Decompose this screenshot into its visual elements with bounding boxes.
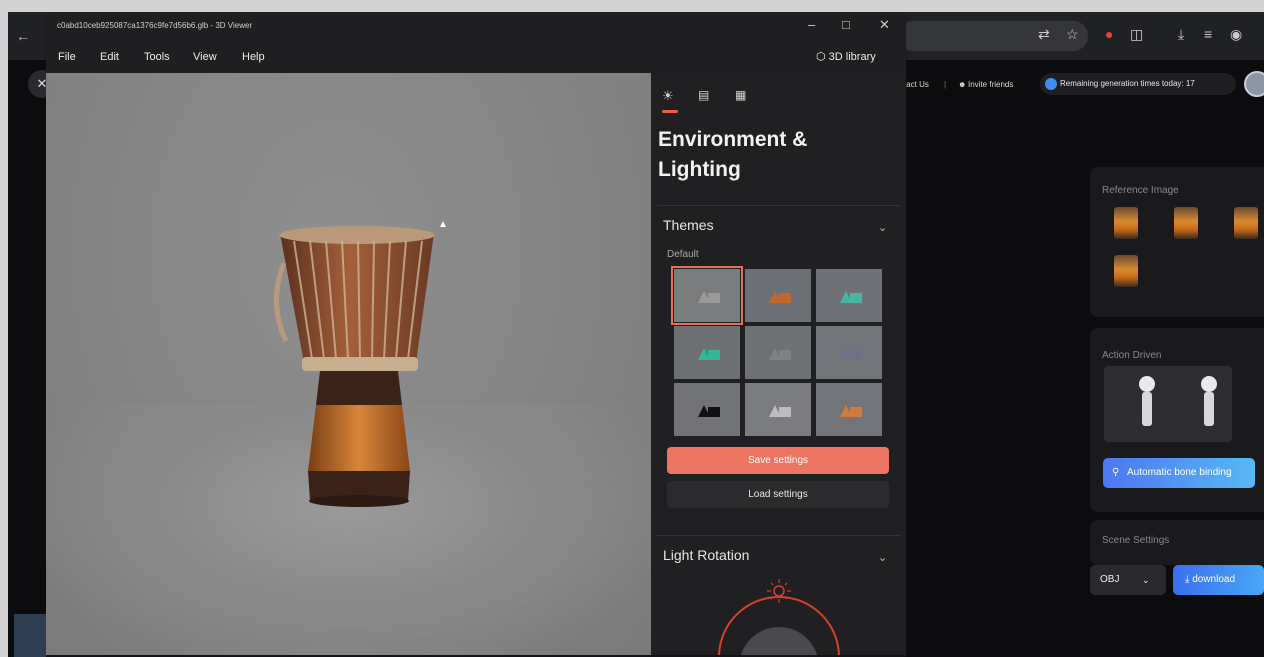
profile-icon[interactable]: ◉ xyxy=(1230,27,1242,41)
theme-tile[interactable] xyxy=(816,326,882,379)
3d-viewer-window: c0abd10ceb925087ca1376c9fe7d56b6.glb - 3… xyxy=(46,12,906,657)
scene-settings-card[interactable]: Scene Settings xyxy=(1090,520,1264,565)
divider xyxy=(657,205,901,206)
mouse-cursor-icon: ▲ xyxy=(438,219,448,230)
theme-preview-shape xyxy=(840,291,862,303)
arrow-left-icon[interactable]: ← xyxy=(16,28,30,44)
sun-icon xyxy=(773,585,785,597)
reference-image-card: Reference Image xyxy=(1090,167,1264,317)
active-tab-indicator xyxy=(662,110,678,113)
close-button[interactable]: ✕ xyxy=(879,17,890,33)
theme-preview-shape xyxy=(840,405,862,417)
menu-edit[interactable]: Edit xyxy=(100,51,119,63)
format-select[interactable]: OBJ ⌄ xyxy=(1090,565,1166,595)
menu-file[interactable]: File xyxy=(58,51,76,63)
menu-help[interactable]: Help xyxy=(242,51,265,63)
theme-tile[interactable] xyxy=(745,383,811,436)
divider xyxy=(657,535,901,536)
theme-preview-shape xyxy=(769,291,791,303)
scene-settings-title: Scene Settings xyxy=(1102,535,1170,546)
link-icon: ⚲ xyxy=(1112,467,1120,478)
reference-thumbnail[interactable] xyxy=(1114,255,1138,287)
theme-tile[interactable] xyxy=(745,326,811,379)
chevron-down-icon: ⌄ xyxy=(1142,575,1150,585)
theme-preview-shape xyxy=(698,291,720,303)
puzzle-icon[interactable]: ◫ xyxy=(1130,27,1143,41)
stats-icon[interactable]: ▤ xyxy=(698,88,709,102)
theme-preview-shape xyxy=(698,348,720,360)
automatic-bone-binding-button[interactable]: ⚲ Automatic bone binding xyxy=(1103,458,1255,488)
drum-model xyxy=(274,226,435,507)
theme-tile[interactable] xyxy=(674,383,740,436)
theme-tile[interactable] xyxy=(674,326,740,379)
save-settings-button[interactable]: Save settings xyxy=(667,447,889,474)
format-value: OBJ xyxy=(1100,574,1120,585)
maximize-button[interactable]: □ xyxy=(842,17,850,33)
media-icon[interactable]: ≡ xyxy=(1204,27,1212,41)
3d-library-button[interactable]: ⬡ 3D library xyxy=(816,50,876,63)
reference-thumbnail[interactable] xyxy=(1234,207,1258,239)
title-bar[interactable]: c0abd10ceb925087ca1376c9fe7d56b6.glb - 3… xyxy=(46,12,906,42)
menu-bar: File Edit Tools View Help ⬡ 3D library xyxy=(46,42,906,72)
theme-tile[interactable] xyxy=(745,269,811,322)
screen: ← ⇄ ☆ ● ◫ ⤓ ≡ ◉ ✕ tact Us | ☻ Invite fri… xyxy=(0,0,1264,657)
3d-library-label: 3D library xyxy=(828,51,876,63)
theme-preview-shape xyxy=(840,348,862,360)
address-bar[interactable] xyxy=(898,21,1088,51)
theme-preview-shape xyxy=(769,348,791,360)
3d-viewport[interactable]: ▲ xyxy=(46,73,651,657)
extension-icon[interactable]: ● xyxy=(1105,27,1113,41)
people-icon: ☻ xyxy=(958,80,967,89)
grid-icon[interactable]: ▦ xyxy=(735,88,746,102)
menu-view[interactable]: View xyxy=(193,51,217,63)
panel-title: Environment & Lighting xyxy=(658,128,808,181)
minimize-button[interactable]: – xyxy=(808,17,815,33)
header-separator: | xyxy=(944,80,947,89)
light-rotation-dial[interactable] xyxy=(709,557,849,657)
theme-tile[interactable] xyxy=(671,266,743,325)
download-button[interactable]: ⤓ download xyxy=(1173,565,1264,595)
theme-preview-shape xyxy=(769,405,791,417)
cube-icon: ⬡ xyxy=(816,51,829,63)
default-theme-label: Default xyxy=(667,249,699,260)
remaining-generations-badge: Remaining generation times today: 17 xyxy=(1040,73,1236,95)
window-title: c0abd10ceb925087ca1376c9fe7d56b6.glb - 3… xyxy=(57,21,253,30)
load-settings-button[interactable]: Load settings xyxy=(667,481,889,508)
theme-tile[interactable] xyxy=(816,383,882,436)
translate-icon[interactable]: ⇄ xyxy=(1038,27,1050,41)
automatic-bone-binding-label: Automatic bone binding xyxy=(1127,467,1232,478)
sun-icon[interactable]: ☀ xyxy=(662,88,674,104)
remaining-generations-text: Remaining generation times today: 17 xyxy=(1060,79,1195,88)
download-label: download xyxy=(1192,574,1236,585)
character-figure xyxy=(1138,376,1156,426)
action-preview[interactable] xyxy=(1104,366,1232,442)
character-figure xyxy=(1200,376,1218,426)
menu-tools[interactable]: Tools xyxy=(144,51,170,63)
invite-friends-link[interactable]: Invite friends xyxy=(968,80,1013,89)
theme-preview-shape xyxy=(698,405,720,417)
info-icon xyxy=(1045,78,1057,90)
avatar[interactable] xyxy=(1244,71,1264,97)
environment-panel: ☀ ▤ ▦ Environment & Lighting Themes ⌄ De… xyxy=(651,73,906,657)
chevron-down-icon[interactable]: ⌄ xyxy=(878,221,887,234)
contact-us-link[interactable]: tact Us xyxy=(904,80,929,89)
reference-thumbnail[interactable] xyxy=(1114,207,1138,239)
download-icon[interactable]: ⤓ xyxy=(1178,27,1184,41)
theme-tile[interactable] xyxy=(816,269,882,322)
action-driven-title: Action Driven xyxy=(1102,350,1162,361)
reference-image-title: Reference Image xyxy=(1102,185,1179,196)
themes-label[interactable]: Themes xyxy=(663,217,714,233)
reference-thumbnail[interactable] xyxy=(1174,207,1198,239)
star-icon[interactable]: ☆ xyxy=(1066,27,1079,41)
chevron-down-icon[interactable]: ⌄ xyxy=(878,551,887,564)
